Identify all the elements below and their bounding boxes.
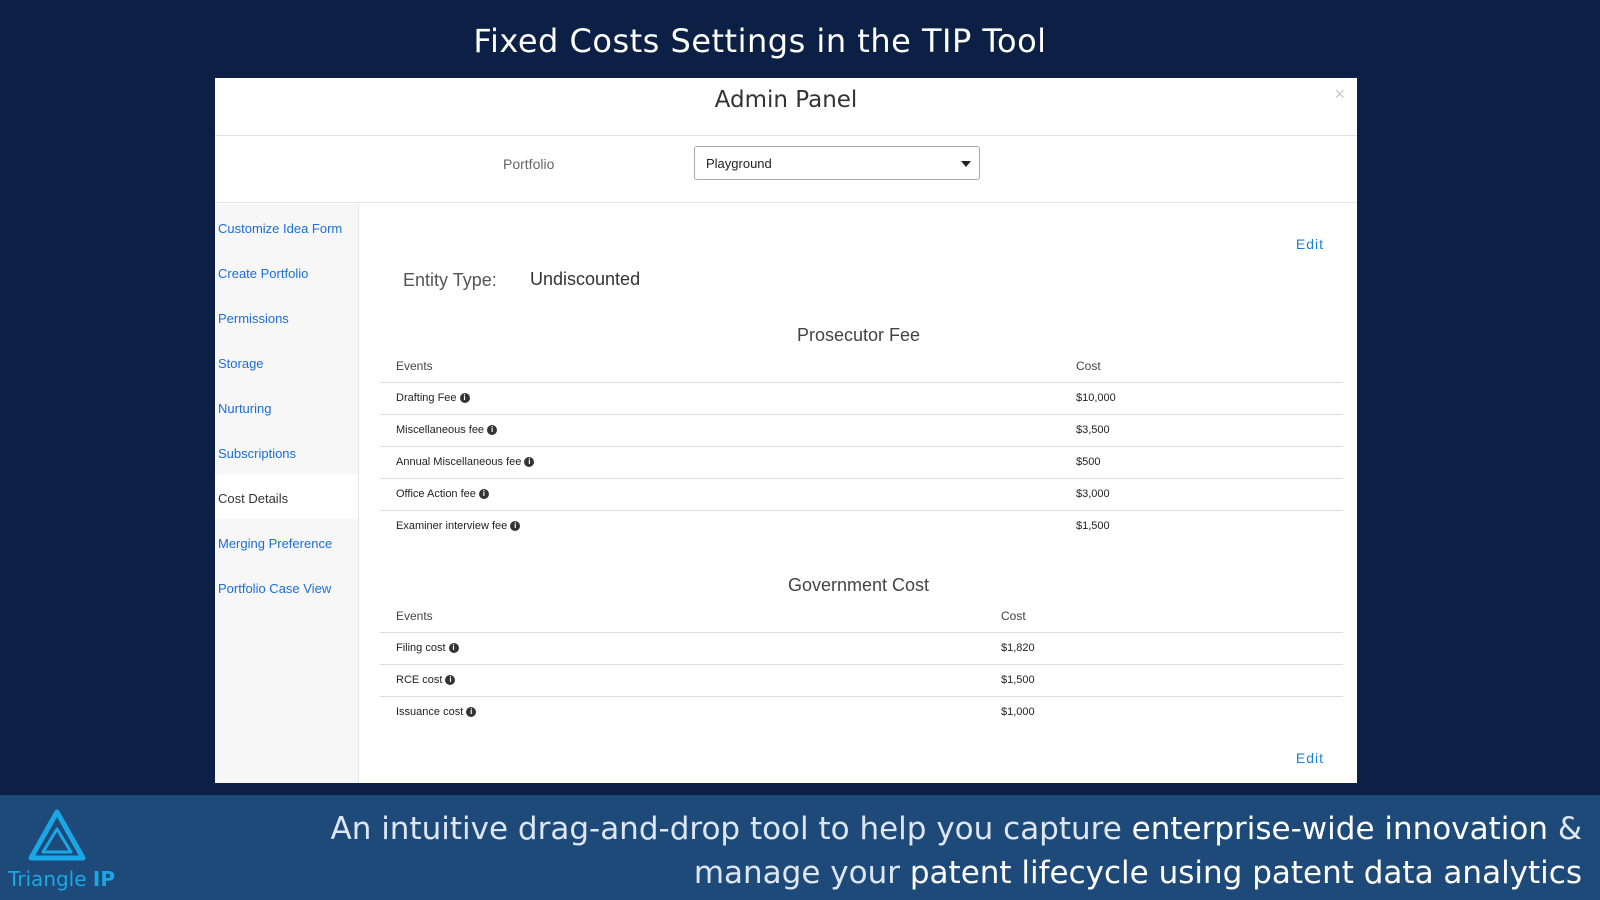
government-cost-table: Events Cost Filing cost i $1,820 RCE cost… <box>380 600 1343 728</box>
tagline-highlight-1: enterprise-wide innovation <box>1131 811 1548 847</box>
chevron-down-icon <box>961 161 971 167</box>
admin-sidebar: Customize Idea Form Create Portfolio Per… <box>215 204 359 783</box>
info-icon[interactable]: i <box>445 675 456 686</box>
event-name: Filing cost <box>396 642 446 654</box>
sidebar-item-portfolio-case-view[interactable]: Portfolio Case View <box>215 564 358 609</box>
info-icon[interactable]: i <box>459 393 470 404</box>
prosecutor-fee-table: Events Cost Drafting Fee i $10,000 Miscel… <box>380 350 1343 542</box>
event-name: Drafting Fee <box>396 392 457 404</box>
table-row: Office Action fee i $3,000 <box>380 478 1343 511</box>
entity-type-label: Entity Type: <box>403 270 497 290</box>
table-row: Drafting Fee i $10,000 <box>380 382 1343 415</box>
logo-text-main: Triangle <box>8 867 87 891</box>
event-cost: $1,500 <box>985 664 1343 697</box>
close-icon[interactable]: × <box>1334 84 1345 105</box>
events-header: Events <box>380 600 985 633</box>
table-row: RCE cost i $1,500 <box>380 664 1343 697</box>
prosecutor-fee-title: Prosecutor Fee <box>796 325 921 345</box>
sidebar-item-cost-details[interactable]: Cost Details <box>215 474 358 519</box>
table-row: Examiner interview fee i $1,500 <box>380 510 1343 542</box>
sidebar-item-storage[interactable]: Storage <box>215 339 358 384</box>
events-header: Events <box>380 350 1060 383</box>
table-row: Miscellaneous fee i $3,500 <box>380 414 1343 447</box>
edit-entity-button[interactable]: Edit <box>1296 236 1324 252</box>
triangle-logo-icon <box>28 809 86 861</box>
event-name: Issuance cost <box>396 706 464 719</box>
tagline: An intuitive drag-and-drop tool to help … <box>282 807 1582 895</box>
info-icon[interactable]: i <box>448 643 459 654</box>
sidebar-item-create-portfolio[interactable]: Create Portfolio <box>215 249 358 294</box>
sidebar-item-nurturing[interactable]: Nurturing <box>215 384 358 429</box>
info-icon[interactable]: i <box>510 521 521 532</box>
table-row: Filing cost i $1,820 <box>380 632 1343 665</box>
table-header-row: Events Cost <box>380 600 1343 633</box>
cost-header: Cost <box>1060 350 1343 383</box>
admin-panel-modal: Admin Panel × Portfolio Playground Custo… <box>215 78 1357 783</box>
tagline-highlight-2: patent lifecycle using patent data analy… <box>909 855 1582 891</box>
portfolio-label: Portfolio <box>503 156 555 172</box>
tagline-part1: An intuitive drag-and-drop tool to help … <box>330 811 1132 847</box>
table-header-row: Events Cost <box>380 350 1343 383</box>
slide-title: Fixed Costs Settings in the TIP Tool <box>473 22 1047 60</box>
portfolio-row: Portfolio Playground <box>215 136 1357 203</box>
sidebar-item-customize-idea-form[interactable]: Customize Idea Form <box>215 204 358 249</box>
sidebar-item-merging-preference[interactable]: Merging Preference <box>215 519 358 564</box>
event-name: Office Action fee <box>396 488 476 500</box>
edit-costs-button[interactable]: Edit <box>1296 750 1324 766</box>
event-name: Examiner interview fee <box>396 520 508 533</box>
event-name: RCE cost <box>396 674 443 686</box>
sidebar-item-subscriptions[interactable]: Subscriptions <box>215 429 358 474</box>
logo-text-bold: IP <box>92 867 116 891</box>
cost-header: Cost <box>985 600 1343 633</box>
info-icon[interactable]: i <box>466 707 477 718</box>
event-cost: $1,820 <box>985 632 1343 665</box>
sidebar-item-permissions[interactable]: Permissions <box>215 294 358 339</box>
event-name: Annual Miscellaneous fee <box>396 456 522 468</box>
info-icon[interactable]: i <box>487 425 498 436</box>
event-cost: $500 <box>1060 446 1343 479</box>
portfolio-select[interactable]: Playground <box>694 146 980 180</box>
government-cost-title: Government Cost <box>787 575 930 595</box>
event-cost: $3,500 <box>1060 414 1343 447</box>
logo-text: Triangle IP <box>8 867 115 891</box>
event-cost: $10,000 <box>1060 382 1343 415</box>
footer-banner: Triangle IP An intuitive drag-and-drop t… <box>0 795 1600 900</box>
table-row: Issuance cost i $1,000 <box>380 696 1343 728</box>
event-cost: $1,000 <box>1001 706 1035 719</box>
entity-type-value: Undiscounted <box>530 269 641 289</box>
info-icon[interactable]: i <box>524 457 535 468</box>
modal-title: Admin Panel <box>714 86 858 113</box>
portfolio-select-value: Playground <box>706 156 772 171</box>
event-cost: $1,500 <box>1076 520 1110 533</box>
event-name: Miscellaneous fee <box>396 424 485 436</box>
cost-details-content: Edit Entity Type: Undiscounted Prosecuto… <box>360 204 1357 783</box>
table-row: Annual Miscellaneous fee i $500 <box>380 446 1343 479</box>
info-icon[interactable]: i <box>478 489 489 500</box>
modal-header: Admin Panel × <box>215 78 1357 136</box>
event-cost: $3,000 <box>1060 478 1343 511</box>
admin-body: Customize Idea Form Create Portfolio Per… <box>215 204 1357 783</box>
